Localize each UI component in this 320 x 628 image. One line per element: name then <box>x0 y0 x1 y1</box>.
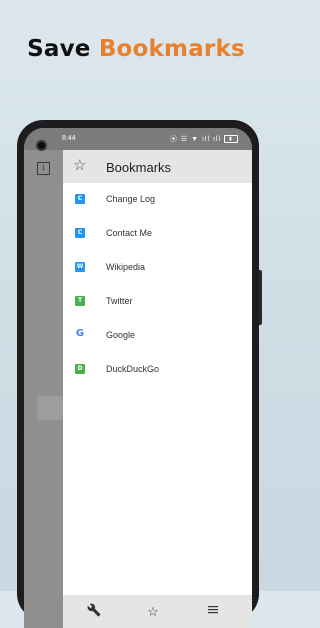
bookmark-label: DuckDuckGo <box>106 364 160 374</box>
promo-title-text: Save <box>27 36 99 62</box>
drawer-toolbar: ☆ <box>63 595 252 628</box>
bookmark-label: Google <box>106 330 136 340</box>
promo-title: Save Bookmarks <box>0 36 272 62</box>
wrench-icon[interactable] <box>84 603 104 621</box>
bookmark-item-duckduckgo[interactable]: D DuckDuckGo <box>63 353 252 387</box>
drawer-header: ☆ Bookmarks <box>63 150 252 183</box>
bookmark-item-contact-me[interactable]: C Contact Me <box>63 217 252 251</box>
status-icons: ⦿ ☰ ▼ ıll ıll ▮ <box>170 134 238 144</box>
bookmark-label: Contact Me <box>106 228 153 238</box>
bookmarks-drawer: ☆ Bookmarks C Change Log C Contact Me W … <box>63 150 252 628</box>
favicon-icon: C <box>75 228 85 238</box>
front-camera <box>36 140 47 151</box>
google-icon: G <box>75 328 85 339</box>
phone-screen: 8:44 ⦿ ☰ ▼ ıll ıll ▮ 1 ☆ Bookmarks C Cha… <box>24 128 252 628</box>
favicon-icon: D <box>75 364 85 374</box>
bookmark-label: Twitter <box>106 296 133 306</box>
bookmark-label: Wikipedia <box>106 262 146 272</box>
tabs-count-icon[interactable]: 1 <box>37 162 50 175</box>
bookmark-item-google[interactable]: G Google <box>63 319 252 353</box>
favicon-icon: C <box>75 194 85 204</box>
bookmark-item-twitter[interactable]: T Twitter <box>63 285 252 319</box>
promo-title-accent: Bookmarks <box>98 36 245 62</box>
bookmark-item-change-log[interactable]: C Change Log <box>63 183 252 217</box>
favicon-icon: T <box>75 296 85 306</box>
bookmark-list: C Change Log C Contact Me W Wikipedia T … <box>63 183 252 387</box>
menu-icon[interactable] <box>203 603 223 621</box>
bookmark-label: Change Log <box>106 194 156 204</box>
status-bar: 8:44 ⦿ ☰ ▼ ıll ıll ▮ <box>24 128 252 150</box>
star-outline-icon: ☆ <box>73 157 87 174</box>
phone-frame: 8:44 ⦿ ☰ ▼ ıll ıll ▮ 1 ☆ Bookmarks C Cha… <box>17 120 262 628</box>
drawer-title: Bookmarks <box>106 160 172 175</box>
star-icon[interactable]: ☆ <box>143 603 163 621</box>
favicon-icon: W <box>75 262 85 272</box>
battery-icon: ▮ <box>224 135 238 144</box>
bookmark-item-wikipedia[interactable]: W Wikipedia <box>63 251 252 285</box>
status-time: 8:44 <box>62 135 76 142</box>
